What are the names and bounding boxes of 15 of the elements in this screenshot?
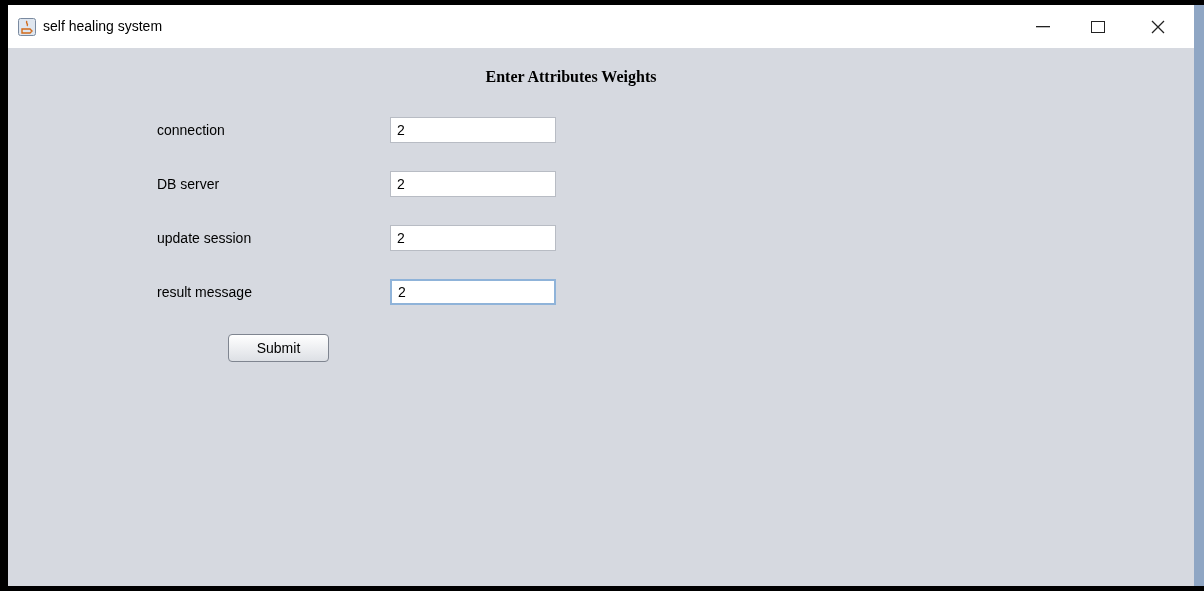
app-icon [18,17,36,36]
input-field[interactable]: 2 [390,225,556,251]
field-label: DB server [157,174,221,194]
form-heading: Enter Attributes Weights [485,67,657,88]
submit-button[interactable]: Submit [228,334,329,362]
field-label: update session [157,228,253,248]
input-field[interactable]: 2 [390,171,556,197]
field-label: result message [157,282,253,302]
field-label: connection [157,120,226,140]
close-icon [1151,19,1165,34]
minimize-icon [1036,25,1050,28]
maximize-icon [1091,20,1105,33]
input-field[interactable]: 2 [390,117,556,143]
window-title: self healing system [43,17,163,36]
input-field[interactable]: 2 [390,279,556,305]
